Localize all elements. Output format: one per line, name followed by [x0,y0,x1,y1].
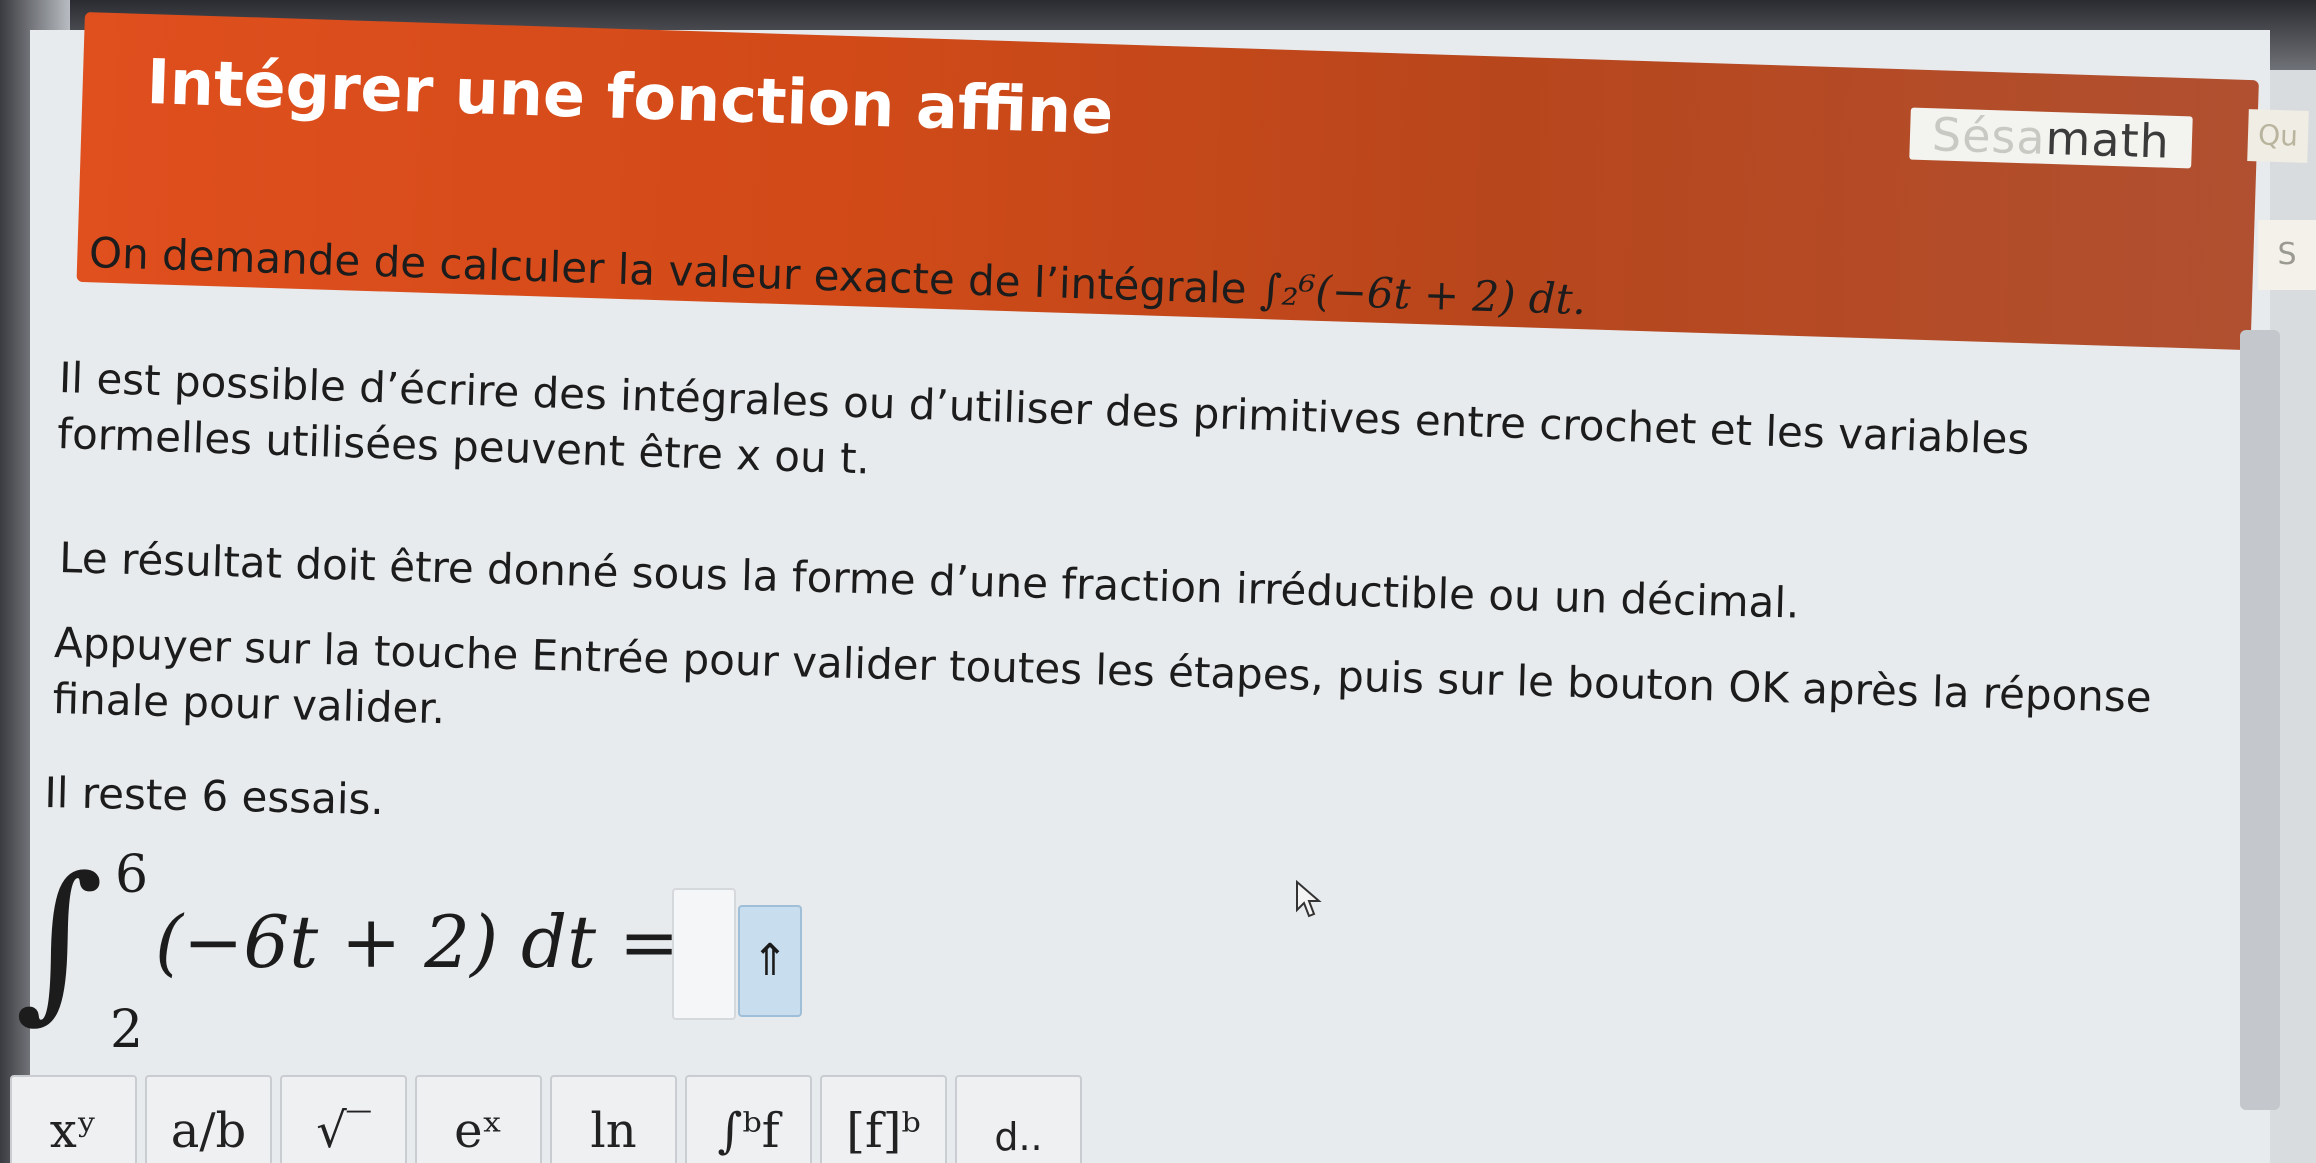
mouse-pointer-icon [1296,880,1322,918]
math-toolbar: xʸ a/b √‾ eˣ ln ∫ᵇf [f]ᵇ d.. [10,1075,1090,1163]
brand-prefix: Sésa [1931,107,2047,165]
virtual-keyboard-toggle-button[interactable]: ⇑ [738,905,802,1017]
answer-input[interactable] [672,888,736,1020]
integral-lower-bound: 2 [110,1000,144,1060]
integral-sign: ∫ [15,841,104,1039]
side-tab-secondary[interactable]: S [2258,220,2316,290]
square-root-button[interactable]: √‾ [280,1075,407,1163]
more-button[interactable]: d.. [955,1075,1082,1163]
side-tab[interactable]: Qu [2247,109,2309,163]
sesamath-logo: Sésamath [1909,107,2193,169]
instruction-integral: ∫₂⁶(−6t + 2) dt. [1259,264,1587,325]
fraction-button[interactable]: a/b [145,1075,272,1163]
brand-suffix: math [2044,110,2171,169]
logarithm-button[interactable]: ln [550,1075,677,1163]
scrollbar[interactable] [2240,330,2280,1110]
primitive-bracket-button[interactable]: [f]ᵇ [820,1075,947,1163]
exponential-button[interactable]: eˣ [415,1075,542,1163]
integral-expression: (−6t + 2) dt = [155,900,680,984]
integral-upper-bound: 6 [115,845,149,905]
power-button[interactable]: xʸ [10,1075,137,1163]
integral-button[interactable]: ∫ᵇf [685,1075,812,1163]
